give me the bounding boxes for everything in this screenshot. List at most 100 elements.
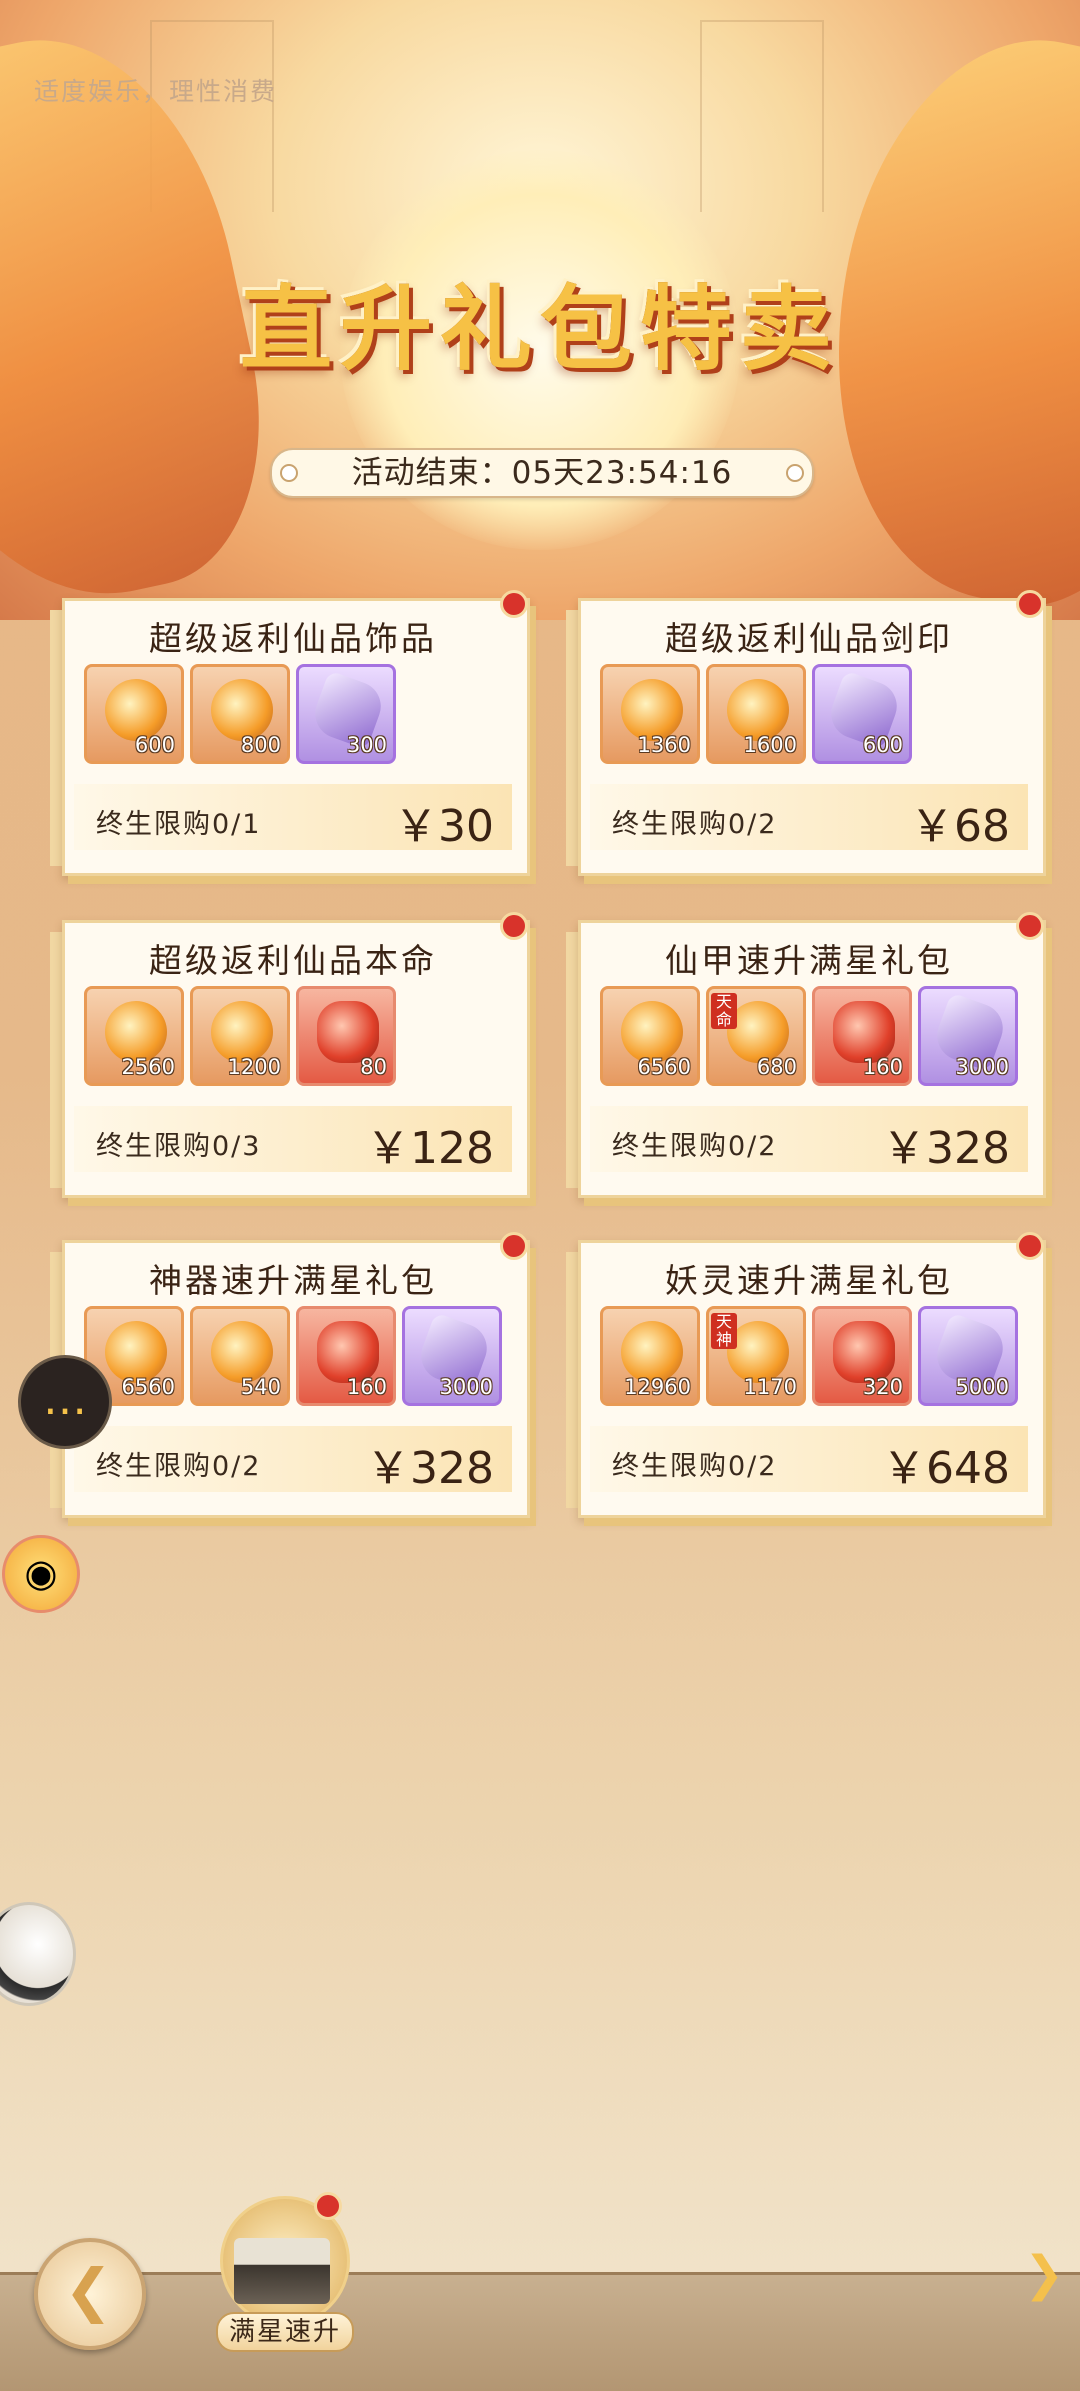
reward-item-icon [211,1001,273,1063]
bottom-tab-bar [0,2272,1080,2391]
pack-card[interactable]: 仙甲速升满星礼包 6560 天命 680 160 3000 终生限购0/2 ￥328 [566,912,1046,1198]
reward-item-icon [211,1321,273,1383]
timer-ornament-icon [280,464,298,482]
reward-item[interactable]: 1200 [190,986,290,1086]
notification-dot [314,2192,342,2220]
reward-item-icon [211,679,273,741]
item-quantity: 1200 [227,1055,281,1079]
pack-title: 妖灵速升满星礼包 [665,1261,953,1300]
item-quantity: 6560 [121,1375,175,1399]
reward-item[interactable]: 天神 1170 [706,1306,806,1406]
notification-dot [1016,1232,1044,1260]
pack-footer: 终生限购0/3 ￥128 [74,1106,512,1174]
pagoda-decoration [700,20,824,212]
purchase-limit: 终生限购0/3 [96,1131,262,1162]
purchase-limit: 终生限购0/2 [96,1451,262,1482]
pack-items: 6560 天命 680 160 3000 [600,986,1018,1086]
reward-item-icon [621,1321,683,1383]
pack-footer: 终生限购0/2 ￥68 [590,784,1028,852]
price-button[interactable]: ￥328 [366,1432,494,1496]
purchase-limit: 终生限购0/2 [612,809,778,840]
item-quantity: 600 [134,733,175,757]
reward-item[interactable]: 12960 [600,1306,700,1406]
timer-ornament-icon [786,464,804,482]
pack-title: 超级返利仙品本命 [149,941,437,980]
pack-card[interactable]: 超级返利仙品饰品 600 800 300 终生限购0/1 ￥30 [50,590,530,876]
pack-title: 仙甲速升满星礼包 [665,941,953,980]
next-arrow-icon[interactable]: ❯ [1024,2244,1064,2304]
item-quantity: 160 [346,1375,387,1399]
pack-items: 1360 1600 600 [600,664,912,764]
reward-item[interactable]: 160 [812,986,912,1086]
reward-item[interactable]: 320 [812,1306,912,1406]
item-tag: 天神 [711,1313,737,1349]
reward-item[interactable]: 540 [190,1306,290,1406]
pack-footer: 终生限购0/2 ￥328 [74,1426,512,1494]
reward-item[interactable]: 5000 [918,1306,1018,1406]
chat-bubble-icon[interactable]: … [18,1355,112,1449]
reward-item[interactable]: 80 [296,986,396,1086]
chest-icon [234,2238,330,2304]
item-quantity: 1360 [637,733,691,757]
price-button[interactable]: ￥68 [910,790,1010,854]
reward-item[interactable]: 600 [812,664,912,764]
reward-item-icon [105,1001,167,1063]
notification-dot [1016,590,1044,618]
notification-dot [500,590,528,618]
reward-item[interactable]: 2560 [84,986,184,1086]
notification-dot [500,1232,528,1260]
item-quantity: 300 [346,733,387,757]
item-tag: 天命 [711,993,737,1029]
item-quantity: 80 [360,1055,387,1079]
item-quantity: 3000 [955,1055,1009,1079]
reward-item[interactable]: 800 [190,664,290,764]
pack-footer: 终生限购0/2 ￥648 [590,1426,1028,1494]
reward-item-icon [105,679,167,741]
reward-item[interactable]: 3000 [402,1306,502,1406]
price-button[interactable]: ￥30 [394,790,494,854]
reward-item[interactable]: 600 [84,664,184,764]
price-button[interactable]: ￥328 [882,1112,1010,1176]
page-title: 直升礼包特卖 [239,275,840,383]
reward-item[interactable]: 1360 [600,664,700,764]
pet-icon[interactable]: ◉ [2,1535,80,1613]
pack-footer: 终生限购0/2 ￥328 [590,1106,1028,1174]
pack-card[interactable]: 妖灵速升满星礼包 12960 天神 1170 320 5000 终生限购0/2 ￥648 [566,1232,1046,1518]
avatar-icon[interactable] [0,1902,76,2006]
reward-item[interactable]: 300 [296,664,396,764]
notification-dot [1016,912,1044,940]
reward-item[interactable]: 1600 [706,664,806,764]
pack-items: 600 800 300 [84,664,396,764]
pack-items: 6560 540 160 3000 [84,1306,502,1406]
item-quantity: 540 [240,1375,281,1399]
reward-item[interactable]: 6560 [600,986,700,1086]
item-quantity: 160 [862,1055,903,1079]
price-button[interactable]: ￥128 [366,1112,494,1176]
pack-items: 12960 天神 1170 320 5000 [600,1306,1018,1406]
reward-item-icon [317,1001,379,1063]
item-quantity: 1600 [743,733,797,757]
tab-star-upgrade[interactable]: 满星速升 [210,2192,356,2352]
notification-dot [500,912,528,940]
pack-card[interactable]: 神器速升满星礼包 6560 540 160 3000 终生限购0/2 ￥328 [50,1232,530,1518]
reward-item[interactable]: 3000 [918,986,1018,1086]
item-quantity: 5000 [955,1375,1009,1399]
purchase-limit: 终生限购0/2 [612,1131,778,1162]
reward-item-icon [727,679,789,741]
reward-item[interactable]: 天命 680 [706,986,806,1086]
pack-card[interactable]: 超级返利仙品剑印 1360 1600 600 终生限购0/2 ￥68 [566,590,1046,876]
back-button[interactable]: ❮ [34,2238,146,2350]
item-quantity: 2560 [121,1055,175,1079]
moderation-notice: 适度娱乐，理性消费 [34,77,278,106]
reward-item[interactable]: 160 [296,1306,396,1406]
pack-card[interactable]: 超级返利仙品本命 2560 1200 80 终生限购0/3 ￥128 [50,912,530,1198]
item-quantity: 1170 [743,1375,797,1399]
item-quantity: 3000 [439,1375,493,1399]
pack-items: 2560 1200 80 [84,986,396,1086]
purchase-limit: 终生限购0/1 [96,809,262,840]
purchase-limit: 终生限购0/2 [612,1451,778,1482]
price-button[interactable]: ￥648 [882,1432,1010,1496]
pack-title: 超级返利仙品剑印 [665,619,953,658]
item-quantity: 600 [862,733,903,757]
reward-item-icon [621,1001,683,1063]
